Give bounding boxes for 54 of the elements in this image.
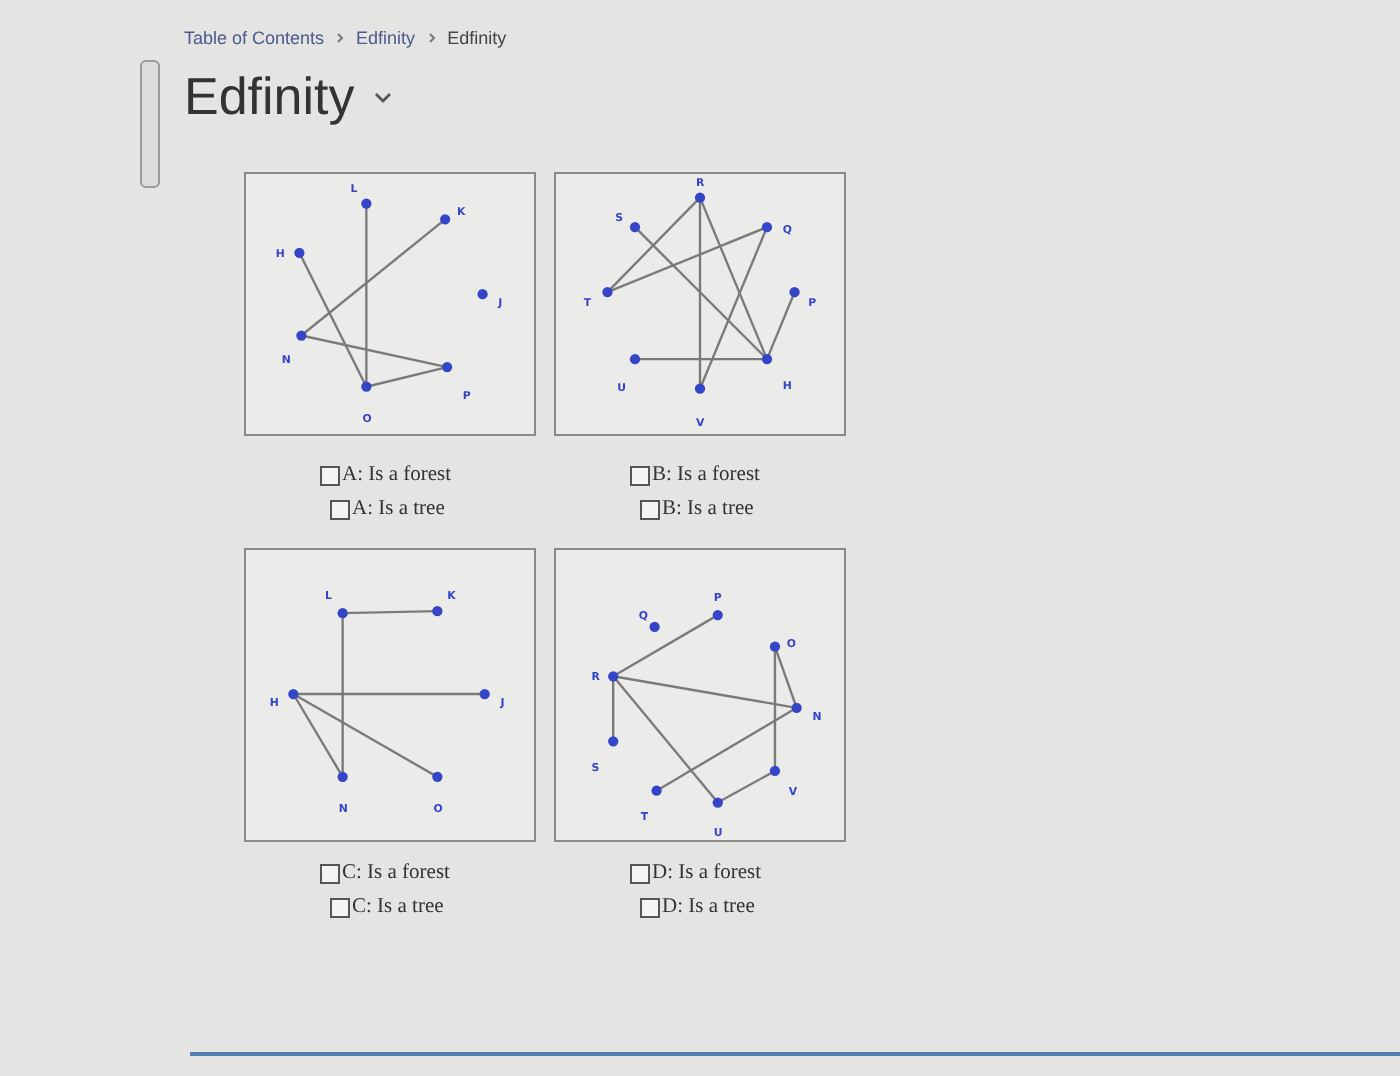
- checkbox[interactable]: [320, 863, 340, 883]
- graph-node: [761, 222, 773, 233]
- option-label: C: Is a forest: [342, 862, 450, 884]
- graph-node: [361, 198, 372, 209]
- graph-node: [296, 330, 307, 341]
- option-label: D: Is a tree: [662, 896, 755, 918]
- checkbox[interactable]: [640, 499, 660, 519]
- graph-node: [477, 289, 488, 300]
- graph-node: [337, 608, 348, 619]
- graph-node: [442, 361, 453, 373]
- checkbox[interactable]: [330, 897, 350, 917]
- option-label: A: Is a tree: [352, 498, 445, 520]
- checkbox[interactable]: [320, 465, 340, 485]
- graph-node: [440, 214, 451, 225]
- graph-node: [629, 354, 641, 365]
- breadcrumb-link[interactable]: Table of Contents: [184, 28, 325, 48]
- graph-node: [694, 192, 706, 203]
- graph-node: [791, 702, 802, 713]
- graph-node: [432, 771, 443, 782]
- option-label: B: Is a forest: [652, 464, 760, 486]
- graph-node: [361, 381, 372, 392]
- graph-node: [432, 606, 443, 617]
- option-label: B: Is a tree: [662, 498, 754, 520]
- breadcrumb-link[interactable]: Edfinity: [447, 28, 507, 48]
- checkbox[interactable]: [330, 499, 350, 519]
- chevron-down-icon[interactable]: [374, 91, 393, 103]
- option-label: C: Is a tree: [352, 896, 444, 918]
- checkbox[interactable]: [630, 465, 650, 485]
- graph-node: [712, 610, 723, 621]
- graph-node: [294, 247, 305, 258]
- option-label: A: Is a forest: [342, 464, 452, 486]
- panel-handle[interactable]: [140, 60, 160, 188]
- graph-node: [629, 222, 641, 233]
- graph-node: [608, 671, 619, 682]
- graph-node: [479, 688, 490, 700]
- graph-node: [694, 383, 706, 394]
- graph-node: [769, 765, 781, 777]
- graph-node: [789, 287, 800, 298]
- graph-node: [337, 771, 348, 782]
- graph-node: [651, 785, 662, 796]
- chevron-right-icon: [425, 32, 438, 44]
- graph-node: [769, 641, 781, 652]
- graph-node: [649, 621, 660, 633]
- chevron-right-icon: [334, 32, 347, 44]
- graph-node: [602, 287, 613, 298]
- page-title: Edfinity: [184, 66, 355, 128]
- checkbox[interactable]: [630, 863, 650, 883]
- graph-node: [608, 736, 619, 747]
- graph-node: [761, 354, 773, 365]
- graph-node: [288, 688, 299, 700]
- checkbox[interactable]: [640, 897, 660, 917]
- option-label: D: Is a forest: [652, 862, 762, 884]
- graph-node: [712, 797, 723, 808]
- breadcrumb-link[interactable]: Edfinity: [356, 28, 416, 48]
